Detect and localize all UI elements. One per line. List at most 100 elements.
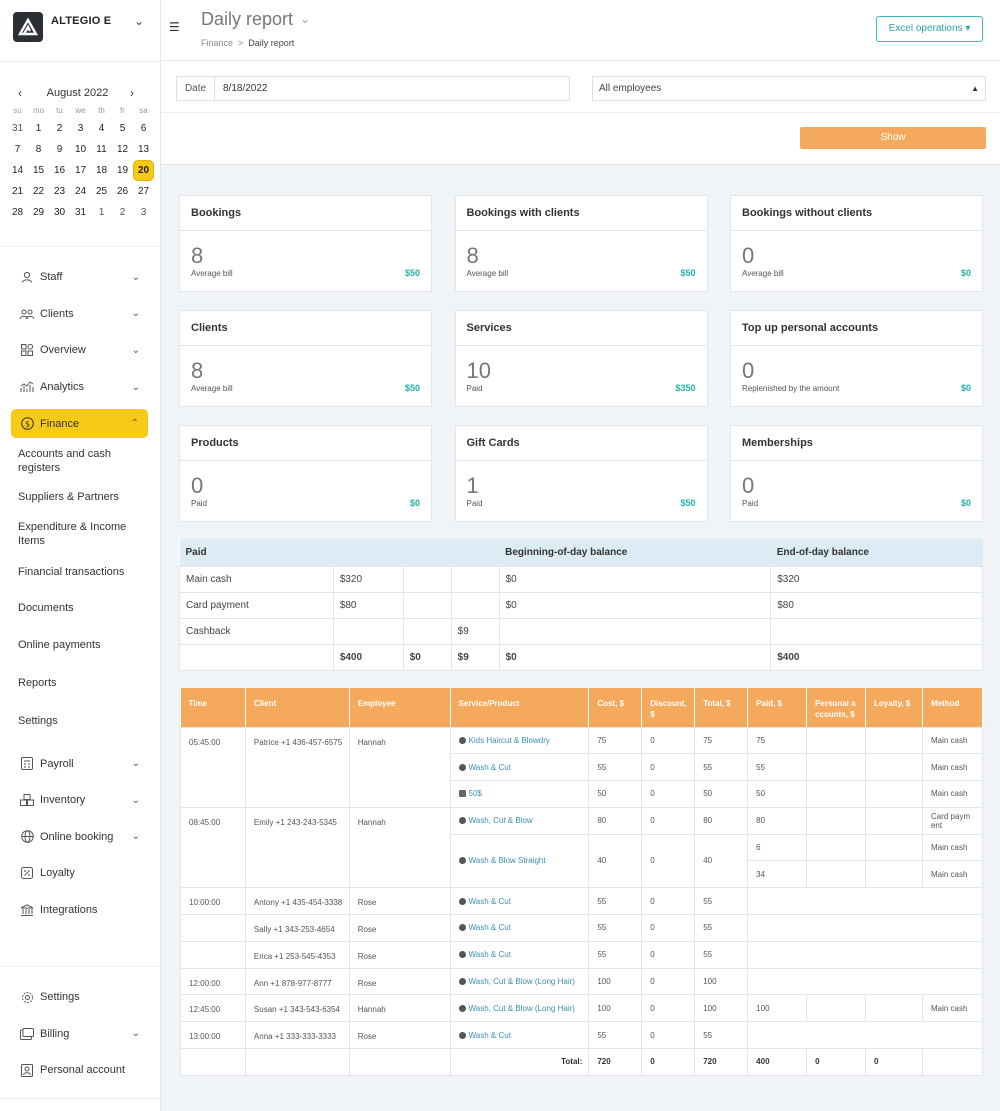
excel-operations-button[interactable]: Excel operations ▾ xyxy=(876,16,983,42)
sub-item-settings[interactable]: Settings xyxy=(0,702,160,739)
sub-item-transactions[interactable]: Financial transactions xyxy=(0,553,160,590)
discount-cell: 0 xyxy=(641,726,696,755)
service-name[interactable]: Wash, Cut & Blow (Long Hair) xyxy=(469,977,575,986)
nav-item-integrations[interactable]: Integrations xyxy=(0,892,160,929)
sub-item-documents[interactable]: Documents xyxy=(0,590,160,626)
service-name[interactable]: Kids Haircut & Blowdry xyxy=(469,736,550,745)
nav-item-clients[interactable]: Clients ⌄ xyxy=(0,296,160,333)
date-input[interactable]: 8/18/2022 xyxy=(215,77,268,100)
chevron-down-icon[interactable]: ⌄ xyxy=(134,14,144,28)
service-cell[interactable]: 50$ xyxy=(449,780,590,808)
service-name[interactable]: Wash & Blow Straight xyxy=(469,856,546,865)
nav-item-analytics[interactable]: Analytics ⌄ xyxy=(0,369,160,406)
sub-item-reports[interactable]: Reports xyxy=(0,664,160,702)
service-name[interactable]: Wash & Cut xyxy=(469,897,511,906)
service-cell[interactable]: Wash, Cut & Blow xyxy=(449,806,590,835)
client-cell[interactable]: Antony +1 435-454-3338 xyxy=(244,887,350,916)
calendar-day[interactable]: 6 xyxy=(133,118,154,139)
nav-item-billing[interactable]: Billing ⌄ xyxy=(0,1016,160,1053)
calendar-day[interactable]: 19 xyxy=(112,160,133,181)
service-cell[interactable]: Wash, Cut & Blow (Long Hair) xyxy=(449,994,590,1023)
nav-item-payroll[interactable]: Payroll ⌄ xyxy=(0,745,160,782)
sub-item-suppliers[interactable]: Suppliers & Partners xyxy=(0,479,160,515)
service-name[interactable]: Wash, Cut & Blow xyxy=(469,816,533,825)
calendar-day[interactable]: 31 xyxy=(7,118,28,139)
calendar-day[interactable]: 9 xyxy=(49,139,70,160)
client-cell[interactable]: Emily +1 243-243-5345 xyxy=(244,806,350,889)
nav-item-online-booking[interactable]: Online booking ⌄ xyxy=(0,819,160,856)
calendar-day-selected[interactable]: 20 xyxy=(133,160,154,181)
calendar-day[interactable]: 1 xyxy=(28,118,49,139)
service-cell[interactable]: Wash, Cut & Blow (Long Hair) xyxy=(449,967,590,996)
breadcrumb-finance[interactable]: Finance xyxy=(201,38,233,48)
client-cell[interactable]: Sally +1 343-253-4654 xyxy=(244,914,350,942)
calendar-day[interactable]: 2 xyxy=(112,202,133,223)
calendar-day[interactable]: 26 xyxy=(112,181,133,202)
calendar-day[interactable]: 11 xyxy=(91,139,112,160)
calendar-day[interactable]: 30 xyxy=(49,202,70,223)
calendar-day[interactable]: 4 xyxy=(91,118,112,139)
calendar-day[interactable]: 18 xyxy=(91,160,112,181)
brand-area[interactable]: ALTEGIO E ⌄ xyxy=(0,0,160,62)
calendar-day[interactable]: 25 xyxy=(91,181,112,202)
client-cell[interactable]: Erica +1 253-545-4353 xyxy=(244,940,350,969)
sub-item-expenditure[interactable]: Expenditure & Income Items xyxy=(0,515,160,553)
nav-item-staff[interactable]: Staff ⌄ xyxy=(0,259,160,296)
calendar-day[interactable]: 2 xyxy=(49,118,70,139)
calendar-day[interactable]: 12 xyxy=(112,139,133,160)
client-cell[interactable]: Anna +1 333-333-3333 xyxy=(244,1021,350,1050)
calendar-day[interactable]: 22 xyxy=(28,181,49,202)
sub-item-online-payments[interactable]: Online payments xyxy=(0,626,160,664)
calendar-day[interactable]: 17 xyxy=(70,160,91,181)
nav-item-personal-account[interactable]: Personal account xyxy=(0,1052,160,1089)
service-name[interactable]: Wash & Cut xyxy=(469,923,511,932)
client-cell[interactable]: Susan +1 343-543-6354 xyxy=(244,994,350,1023)
service-cell[interactable]: Wash & Cut xyxy=(449,753,590,782)
chevron-down-icon[interactable]: ⌄ xyxy=(300,12,310,26)
service-name[interactable]: Wash, Cut & Blow (Long Hair) xyxy=(469,1004,575,1013)
calendar-day[interactable]: 5 xyxy=(112,118,133,139)
calendar-day[interactable]: 7 xyxy=(7,139,28,160)
service-cell[interactable]: Wash & Cut xyxy=(449,1021,590,1050)
calendar-day[interactable]: 28 xyxy=(7,202,28,223)
service-cell[interactable]: Kids Haircut & Blowdry xyxy=(449,726,590,755)
service-name[interactable]: Wash & Cut xyxy=(469,1031,511,1040)
service-name[interactable]: 50$ xyxy=(469,789,482,798)
calendar-day[interactable]: 10 xyxy=(70,139,91,160)
calendar-next-button[interactable]: › xyxy=(130,86,134,100)
calendar-day[interactable]: 13 xyxy=(133,139,154,160)
calendar-day[interactable]: 24 xyxy=(70,181,91,202)
calendar-day[interactable]: 31 xyxy=(70,202,91,223)
nav-item-loyalty[interactable]: Loyalty xyxy=(0,855,160,892)
calendar-day[interactable]: 1 xyxy=(91,202,112,223)
nav-item-settings[interactable]: Settings xyxy=(0,979,160,1016)
service-name[interactable]: Wash & Cut xyxy=(469,763,511,772)
menu-icon[interactable]: ☰ xyxy=(169,20,180,34)
service-cell[interactable]: Wash & Blow Straight xyxy=(449,833,590,889)
page-title[interactable]: Daily report xyxy=(201,9,293,30)
calendar-day[interactable]: 15 xyxy=(28,160,49,181)
calendar-day[interactable]: 3 xyxy=(70,118,91,139)
date-field[interactable]: Date 8/18/2022 xyxy=(176,76,570,101)
calendar-day[interactable]: 16 xyxy=(49,160,70,181)
sub-item-accounts[interactable]: Accounts and cash registers xyxy=(0,442,160,479)
calendar-day[interactable]: 27 xyxy=(133,181,154,202)
nav-item-inventory[interactable]: Inventory ⌄ xyxy=(0,782,160,819)
employee-select[interactable]: All employees ▲ xyxy=(592,76,986,101)
service-cell[interactable]: Wash & Cut xyxy=(449,914,590,942)
service-cell[interactable]: Wash & Cut xyxy=(449,887,590,916)
client-cell[interactable]: Ann +1 878-977-8777 xyxy=(244,967,350,996)
id-card-icon xyxy=(19,1063,35,1077)
service-name[interactable]: Wash & Cut xyxy=(469,950,511,959)
calendar-day[interactable]: 8 xyxy=(28,139,49,160)
client-cell[interactable]: Patrice +1 436-457-6575 xyxy=(244,726,350,808)
calendar-day[interactable]: 14 xyxy=(7,160,28,181)
nav-item-overview[interactable]: Overview ⌄ xyxy=(0,332,160,369)
calendar-day[interactable]: 3 xyxy=(133,202,154,223)
show-button[interactable]: Show xyxy=(800,127,986,149)
calendar-day[interactable]: 29 xyxy=(28,202,49,223)
service-cell[interactable]: Wash & Cut xyxy=(449,940,590,969)
nav-item-finance[interactable]: $ Finance ⌃ xyxy=(11,409,148,439)
calendar-day[interactable]: 21 xyxy=(7,181,28,202)
calendar-day[interactable]: 23 xyxy=(49,181,70,202)
